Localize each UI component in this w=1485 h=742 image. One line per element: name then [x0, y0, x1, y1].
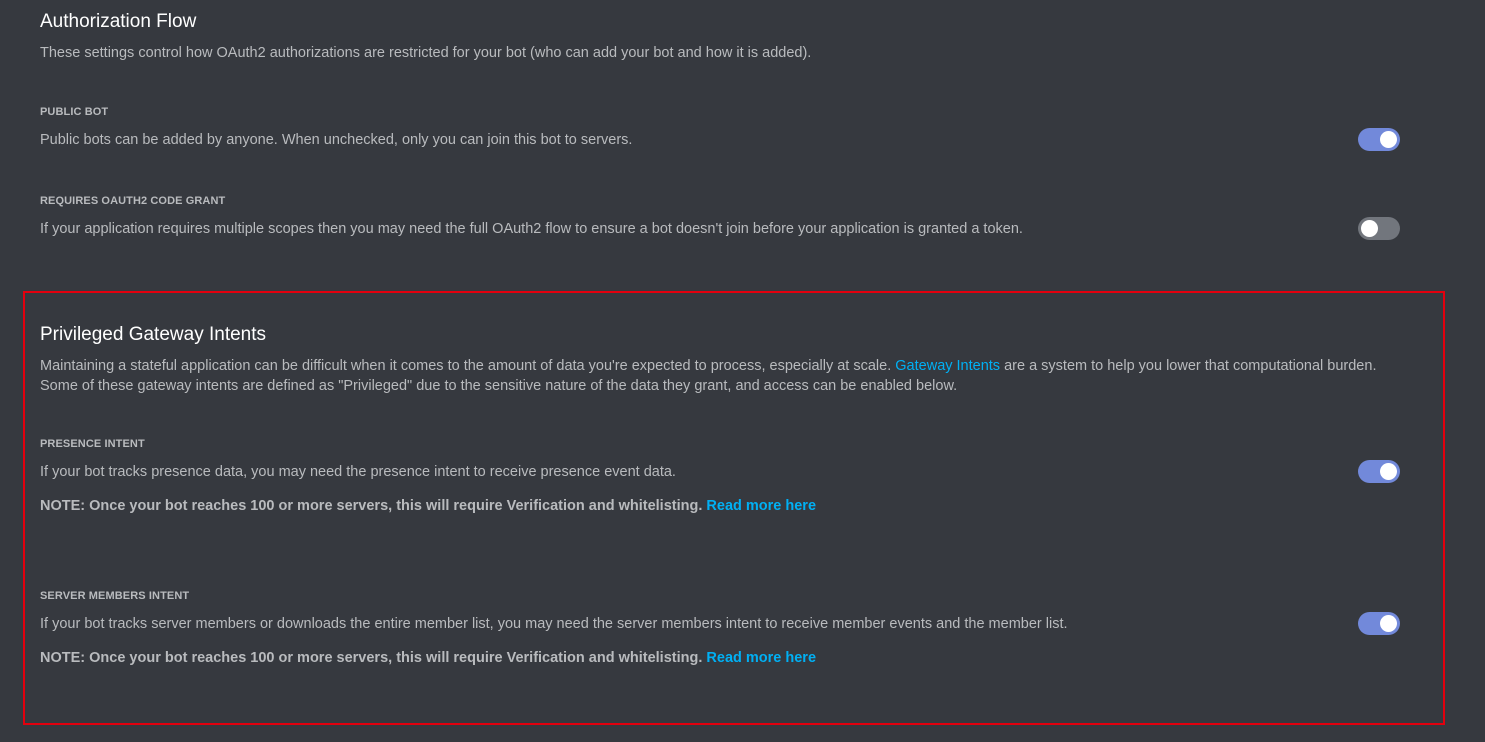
authorization-flow-title: Authorization Flow — [40, 11, 197, 32]
toggle-knob — [1380, 131, 1397, 148]
description-text: Maintaining a stateful application can b… — [40, 358, 896, 374]
bot-settings-page: Authorization Flow These settings contro… — [0, 0, 1485, 742]
presence-intent-toggle[interactable] — [1358, 460, 1400, 483]
privileged-intents-title: Privileged Gateway Intents — [40, 324, 267, 345]
presence-read-more-link[interactable]: Read more here — [706, 498, 816, 514]
public-bot-toggle[interactable] — [1358, 128, 1400, 151]
presence-intent-description: If your bot tracks presence data, you ma… — [40, 464, 676, 480]
server-members-intent-description: If your bot tracks server members or dow… — [40, 616, 1068, 632]
toggle-knob — [1361, 220, 1378, 237]
code-grant-description: If your application requires multiple sc… — [40, 221, 1023, 237]
public-bot-label: PUBLIC BOT — [40, 106, 109, 118]
server-members-read-more-link[interactable]: Read more here — [706, 650, 816, 666]
authorization-flow-description: These settings control how OAuth2 author… — [40, 45, 812, 61]
server-members-intent-label: SERVER MEMBERS INTENT — [40, 590, 190, 602]
code-grant-label: REQUIRES OAUTH2 CODE GRANT — [40, 195, 226, 207]
note-text: NOTE: Once your bot reaches 100 or more … — [40, 650, 707, 666]
presence-intent-note: NOTE: Once your bot reaches 100 or more … — [40, 496, 816, 516]
server-members-intent-toggle[interactable] — [1358, 612, 1400, 635]
presence-intent-label: PRESENCE INTENT — [40, 438, 145, 450]
gateway-intents-link[interactable]: Gateway Intents — [895, 358, 1000, 374]
server-members-intent-note: NOTE: Once your bot reaches 100 or more … — [40, 648, 816, 668]
toggle-knob — [1380, 463, 1397, 480]
privileged-intents-description: Maintaining a stateful application can b… — [40, 356, 1385, 396]
public-bot-description: Public bots can be added by anyone. When… — [40, 132, 633, 148]
code-grant-toggle[interactable] — [1358, 217, 1400, 240]
note-text: NOTE: Once your bot reaches 100 or more … — [40, 498, 707, 514]
toggle-knob — [1380, 615, 1397, 632]
